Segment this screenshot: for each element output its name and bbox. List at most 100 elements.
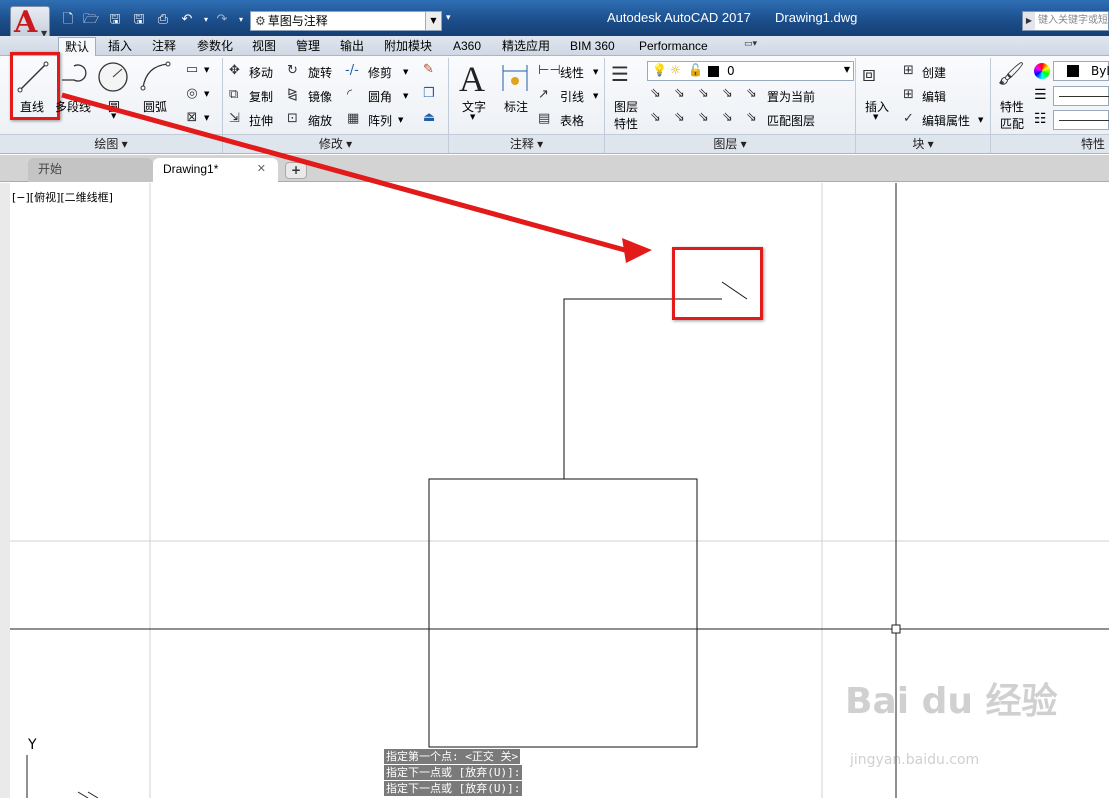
tab-performance[interactable]: Performance <box>633 37 714 56</box>
copy-button[interactable]: 复制 <box>249 88 273 105</box>
chevron-down-icon[interactable]: ▼ <box>204 90 209 98</box>
save-icon[interactable]: 🖫 <box>107 12 123 27</box>
explode-icon[interactable]: ❒ <box>423 86 435 101</box>
chevron-down-icon[interactable]: ▼ <box>403 68 408 76</box>
stretch-button[interactable]: 拉伸 <box>249 112 273 129</box>
undo-dropdown-icon[interactable]: ▾ <box>198 12 214 27</box>
chevron-down-icon[interactable]: ▼ <box>978 116 983 124</box>
dimension-icon <box>502 65 528 91</box>
layer-off-icon[interactable]: ⇘ <box>650 86 661 101</box>
tab-insert[interactable]: 插入 <box>102 37 138 56</box>
undo-icon[interactable]: ↶ <box>179 12 195 27</box>
tab-addins[interactable]: 附加模块 <box>378 37 438 56</box>
save-as-icon[interactable]: 🖫 <box>131 12 147 27</box>
polyline-tool-button[interactable]: 多段线 <box>55 98 91 115</box>
rectangle-icon[interactable]: ▭ <box>183 62 201 77</box>
layer-lock-icon[interactable]: ⇘ <box>722 86 733 101</box>
chevron-down-icon[interactable]: ▼ <box>204 114 209 122</box>
linetype-icon: ☷ <box>1034 111 1047 127</box>
table-button[interactable]: 表格 <box>560 112 584 129</box>
match-layer-button[interactable]: 匹配图层 <box>767 112 815 129</box>
tab-parametric[interactable]: 参数化 <box>191 37 239 56</box>
edit-block-button[interactable]: 编辑 <box>922 88 946 105</box>
chevron-down-icon[interactable]: ▼ <box>398 116 403 124</box>
layer-select[interactable]: 💡 ☼ 🔓 0 ▼ <box>647 61 854 81</box>
layer-isolate-icon[interactable]: ⇘ <box>674 86 685 101</box>
insert-block-icon: ⧈ <box>862 62 876 87</box>
set-current-button[interactable]: 置为当前 <box>767 88 815 105</box>
layer-unisolate-icon[interactable]: ⇘ <box>674 110 685 125</box>
new-tab-button[interactable]: + <box>285 162 307 179</box>
tab-output[interactable]: 输出 <box>334 37 370 56</box>
match-properties-label-2[interactable]: 匹配 <box>1000 115 1024 132</box>
redo-dropdown-icon[interactable]: ▾ <box>233 12 249 27</box>
tab-bim360[interactable]: BIM 360 <box>564 37 621 56</box>
search-input[interactable]: ▶键入关键字或短语 <box>1022 11 1109 31</box>
layer-unlock-icon[interactable]: ⇘ <box>722 110 733 125</box>
chevron-down-icon[interactable]: ▼ <box>593 92 598 100</box>
array-button[interactable]: 阵列 <box>368 112 392 129</box>
offset-icon[interactable]: ⏏ <box>423 110 435 125</box>
block-panel-label: 块 <box>912 137 925 151</box>
new-file-icon[interactable]: 🗋 <box>60 12 76 27</box>
layer-thaw-icon[interactable]: ⇘ <box>698 110 709 125</box>
move-button[interactable]: 移动 <box>249 64 273 81</box>
tab-start[interactable]: 开始 <box>28 158 153 182</box>
tab-featured-apps[interactable]: 精选应用 <box>496 37 556 56</box>
draw-panel-title[interactable]: 绘图 ▾ <box>0 134 222 153</box>
chevron-down-icon[interactable]: ▼ <box>204 66 209 74</box>
arc-tool-button[interactable]: 圆弧 <box>143 98 167 115</box>
layer-properties-label-2[interactable]: 特性 <box>614 115 638 132</box>
create-block-button[interactable]: 创建 <box>922 64 946 81</box>
leader-button[interactable]: 引线 <box>560 88 584 105</box>
chevron-down-icon[interactable]: ▼ <box>111 112 116 120</box>
sun-icon: ☼ <box>670 63 681 77</box>
trim-button[interactable]: 修剪 <box>368 64 392 81</box>
lineweight-select[interactable] <box>1053 86 1109 106</box>
color-select[interactable]: ByL <box>1053 61 1109 81</box>
ucs-y-label: Y <box>28 737 37 753</box>
block-panel-title[interactable]: 块 ▾ <box>856 134 990 153</box>
rotate-button[interactable]: 旋转 <box>308 64 332 81</box>
tab-manage[interactable]: 管理 <box>290 37 326 56</box>
properties-panel-title[interactable]: 特性 <box>991 134 1109 153</box>
tab-annotate[interactable]: 注释 <box>146 37 182 56</box>
match-properties-label-1[interactable]: 特性 <box>1000 98 1024 115</box>
tab-a360[interactable]: A360 <box>447 37 487 56</box>
workspace-value: 草图与注释 <box>267 14 328 28</box>
boundary-icon[interactable]: ⊠ <box>183 110 201 125</box>
erase-icon[interactable]: ✎ <box>423 62 434 77</box>
color-wheel-icon[interactable] <box>1034 63 1050 79</box>
layer-freeze-icon[interactable]: ⇘ <box>698 86 709 101</box>
annotation-panel-title[interactable]: 注释 ▾ <box>449 134 604 153</box>
tab-home[interactable]: 默认 <box>58 37 97 56</box>
qat-customize-icon[interactable]: ▾ <box>446 13 451 23</box>
open-file-icon[interactable]: 🗁 <box>83 12 99 27</box>
dimension-tool-button[interactable]: 标注 <box>504 98 528 115</box>
tab-drawing1[interactable]: Drawing1* ✕ <box>153 158 278 182</box>
modify-panel-title[interactable]: 修改 ▾ <box>223 134 448 153</box>
fillet-button[interactable]: 圆角 <box>368 88 392 105</box>
chevron-down-icon[interactable]: ▼ <box>873 113 878 121</box>
tab-view[interactable]: 视图 <box>246 37 282 56</box>
close-icon[interactable]: ✕ <box>257 158 266 180</box>
viewport-controls[interactable]: [−][俯视][二维线框] <box>12 189 113 205</box>
edit-attributes-button[interactable]: 编辑属性 <box>922 112 970 129</box>
mirror-button[interactable]: 镜像 <box>308 88 332 105</box>
layer-on-icon[interactable]: ⇘ <box>650 110 661 125</box>
workspace-select[interactable]: ⚙ 草图与注释 ▼ <box>250 11 442 31</box>
chevron-down-icon[interactable]: ▼ <box>403 92 408 100</box>
hatch-icon[interactable]: ◎ <box>183 86 201 101</box>
scale-button[interactable]: 缩放 <box>308 112 332 129</box>
move-icon: ✥ <box>229 63 240 78</box>
ribbon-minimize-icon[interactable]: ▭▾ <box>744 39 768 52</box>
chevron-down-icon[interactable]: ▼ <box>593 68 598 76</box>
linear-dim-button[interactable]: 线性 <box>560 64 584 81</box>
linetype-select[interactable] <box>1053 110 1109 130</box>
layer-properties-label-1[interactable]: 图层 <box>614 98 638 115</box>
edit-attributes-icon: ✓ <box>903 111 914 126</box>
plot-icon[interactable]: ⎙ <box>155 12 171 27</box>
layers-panel-title[interactable]: 图层 ▾ <box>605 134 855 153</box>
chevron-down-icon[interactable]: ▼ <box>470 113 475 121</box>
redo-icon[interactable]: ↷ <box>214 12 230 27</box>
